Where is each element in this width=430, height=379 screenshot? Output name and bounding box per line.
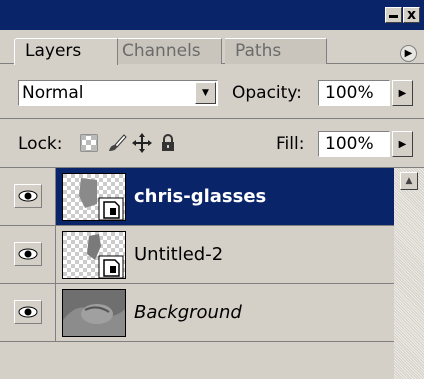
visibility-cell	[0, 168, 56, 225]
tab-label: Paths	[235, 41, 282, 61]
layer-thumbnail[interactable]	[62, 289, 126, 337]
play-arrow-icon: ▶	[398, 138, 407, 150]
eye-icon[interactable]	[14, 300, 42, 324]
layer-name: chris-glasses	[134, 186, 267, 207]
layer-list: chris-glasses Untitled-2 Background ▲	[0, 168, 424, 379]
panel-menu-button[interactable]: ▶	[400, 45, 417, 62]
layer-name: Untitled-2	[134, 244, 224, 265]
vertical-scrollbar[interactable]: ▲	[394, 168, 424, 379]
tab-paths[interactable]: Paths	[225, 38, 327, 64]
play-arrow-icon: ▶	[398, 87, 407, 99]
scroll-up-arrow-icon[interactable]: ▲	[400, 172, 418, 190]
opacity-label: Opacity:	[232, 83, 302, 103]
play-arrow-icon: ▶	[404, 48, 413, 59]
blend-mode-row: Normal ▼ Opacity: 100% ▶	[0, 64, 424, 118]
opacity-input[interactable]: 100%	[318, 80, 390, 106]
minimize-button[interactable]	[385, 7, 402, 23]
lock-label: Lock:	[18, 134, 63, 154]
blend-mode-value: Normal	[22, 83, 84, 103]
tab-label: Layers	[25, 41, 82, 61]
tab-channels[interactable]: Channels	[112, 38, 222, 64]
visibility-cell	[0, 226, 56, 283]
layer-thumbnail[interactable]	[62, 173, 126, 221]
lock-row: Lock: Fill: 100% ▶	[0, 118, 424, 168]
fill-label: Fill:	[276, 134, 305, 154]
eye-icon[interactable]	[14, 184, 42, 208]
panel-title-bar[interactable]: x	[0, 0, 424, 30]
brush-lock-icon[interactable]	[107, 133, 127, 153]
close-button[interactable]: x	[403, 7, 420, 23]
transparency-lock-icon[interactable]	[79, 133, 99, 153]
layers-panel: x Paths Channels Layers ▶ Normal ▼ Opaci…	[0, 0, 424, 379]
layer-thumbnail[interactable]	[62, 231, 126, 279]
move-lock-icon[interactable]	[132, 133, 152, 153]
blend-mode-select[interactable]: Normal ▼	[18, 80, 218, 106]
tab-label: Channels	[122, 41, 201, 61]
visibility-cell	[0, 284, 56, 341]
layer-row-background[interactable]: Background	[0, 284, 394, 342]
tab-row: Paths Channels Layers ▶	[0, 30, 424, 65]
tab-layers[interactable]: Layers	[14, 38, 118, 65]
layer-name: Background	[134, 302, 242, 323]
close-icon: x	[406, 7, 417, 23]
minimize-icon	[389, 15, 398, 18]
opacity-slider-button[interactable]: ▶	[392, 80, 413, 106]
layer-row-chris-glasses[interactable]: chris-glasses	[0, 168, 394, 226]
layer-row-untitled-2[interactable]: Untitled-2	[0, 226, 394, 284]
padlock-icon[interactable]	[158, 133, 178, 153]
fill-slider-button[interactable]: ▶	[392, 131, 413, 157]
eye-icon[interactable]	[14, 242, 42, 266]
dropdown-arrow-icon[interactable]: ▼	[195, 82, 216, 104]
fill-input[interactable]: 100%	[318, 131, 390, 157]
